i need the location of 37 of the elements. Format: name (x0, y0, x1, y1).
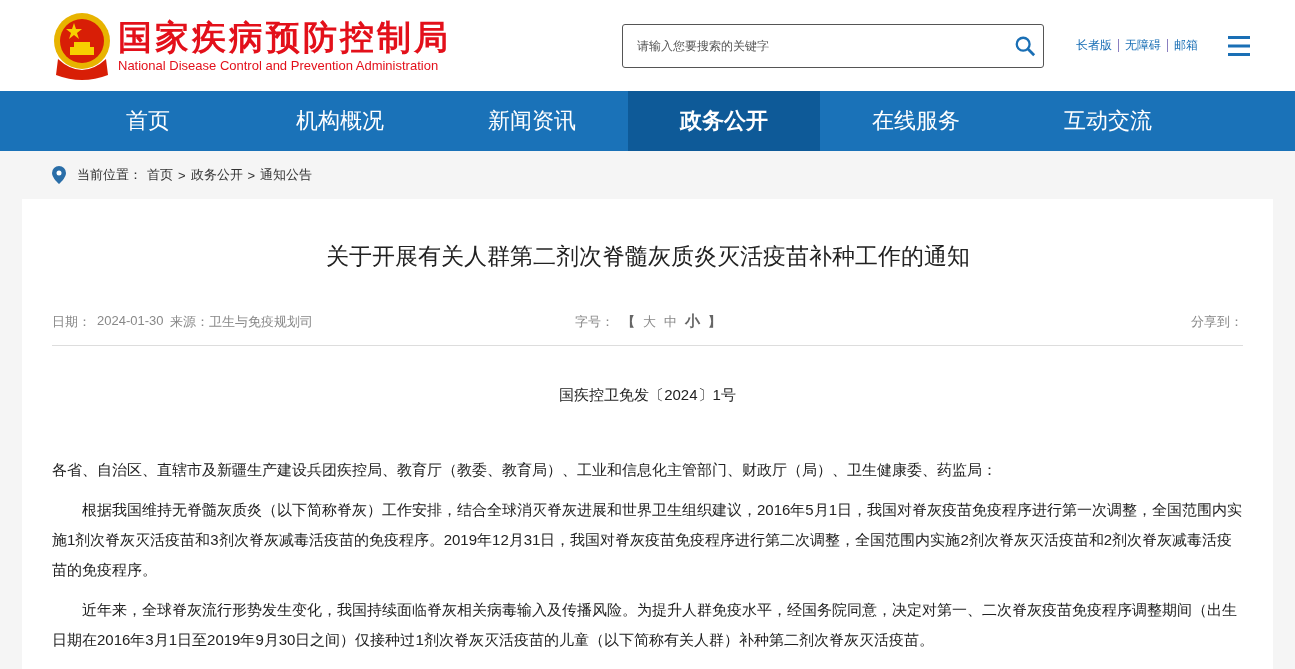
breadcrumb-link[interactable]: 政务公开 (190, 166, 243, 184)
bracket-text: 【 (621, 312, 635, 331)
emblem-logo (52, 10, 112, 81)
bracket-text: 】 (707, 312, 721, 331)
date-label: 日期： (52, 312, 91, 331)
header-link[interactable]: 无障碍 (1125, 37, 1161, 54)
menu-icon[interactable] (1228, 34, 1250, 57)
nav-tab[interactable]: 互动交流 (1012, 91, 1204, 151)
font-size-option[interactable]: 大 (642, 312, 656, 331)
breadcrumb-separator: > (247, 167, 256, 183)
site-title: 国家疾病预防控制局 (118, 16, 451, 57)
location-pin-icon (52, 166, 66, 184)
nav-tab[interactable]: 在线服务 (820, 91, 1012, 151)
date-text: 2024-01-30 (97, 312, 164, 330)
breadcrumb-label: 当前位置： (77, 166, 142, 184)
font-size-option[interactable]: 中 (663, 312, 677, 331)
paragraph: 近年来，全球脊灰流行形势发生变化，我国持续面临脊灰相关病毒输入及传播风险。为提升人群免疫水平，经国务院同意，决定对第一、二次脊灰疫苗免疫程序调整期间（出生日期在2016年3月1日至2019年9月30日之间）仅接种过1剂次脊灰灭活疫苗的儿童（以下简称有关人群）补种第二剂次脊灰灭活疫苗。 (52, 600, 1238, 650)
font-size-option[interactable]: 小 (684, 312, 700, 331)
document-number: 国疾控卫免发〔2024〕1号 (558, 386, 737, 405)
nav-tab[interactable]: 机构概况 (244, 91, 436, 151)
nav-tab[interactable]: 新闻资讯 (436, 91, 628, 151)
header-link[interactable]: 邮箱 (1174, 37, 1198, 54)
paragraph: 各省、自治区、直辖市及新疆生产建设兵团疾控局、教育厅（教委、教育局）、工业和信息化主管部门、财政厅（局）、卫生健康委、药监局： (52, 460, 998, 480)
nav-tab[interactable]: 首页 (52, 91, 244, 151)
header-link[interactable]: 长者版 (1076, 37, 1112, 54)
search-icon[interactable] (1014, 34, 1036, 57)
breadcrumb-link[interactable]: 通知公告 (260, 166, 313, 184)
site-subtitle: National Disease Control and Prevention Administration (118, 56, 440, 75)
breadcrumb-link[interactable]: 首页 (147, 166, 173, 184)
article-title: 关于开展有关人群第二剂次脊髓灰质炎灭活疫苗补种工作的通知 (324, 242, 971, 271)
breadcrumb-separator: > (178, 167, 186, 183)
font-size-label: 字号： (574, 312, 614, 331)
source-text: 来源：卫生与免疫规划司 (169, 312, 313, 331)
nav-tab[interactable]: 政务公开 (628, 91, 820, 151)
search-field[interactable]: 请输入您要搜索的关键字 (622, 23, 1044, 68)
share-label: 分享到： (1190, 312, 1243, 331)
paragraph: 根据我国维持无脊髓灰质炎（以下简称脊灰）工作安排，结合全球消灭脊灰进展和世界卫生组织建议，2016年5月1日，我国对脊灰疫苗免疫程序进行第一次调整，全国范围内实施1剂次脊灰灭活疫苗和3剂次脊灰减毒活疫苗的免疫程序。2019年12月31日，我国对脊灰疫苗免疫程序进行第二次调整，全国范围内实施2剂次脊灰灭活疫苗和2剂次脊灰减毒活疫苗的免疫程序。 (52, 500, 1243, 580)
